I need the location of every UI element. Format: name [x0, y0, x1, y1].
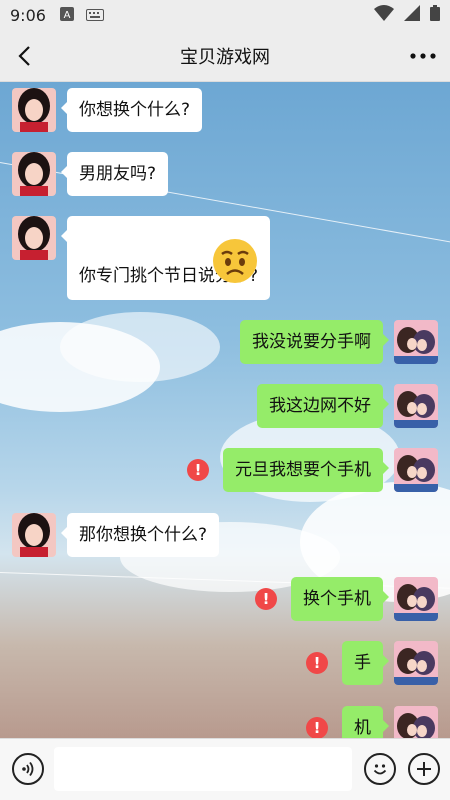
message-row: 我这边网不好 — [257, 384, 438, 428]
sent-bubble[interactable]: 手 — [342, 641, 389, 685]
chat-title: 宝贝游戏网 — [180, 46, 270, 68]
input-bar — [0, 738, 450, 800]
contact-avatar[interactable] — [12, 88, 56, 132]
received-bubble[interactable]: 你想换个什么? — [60, 88, 203, 132]
status-bar: 9:06 A — [0, 0, 450, 30]
sent-bubble[interactable]: 元旦我想要个手机 — [223, 448, 389, 492]
send-failed-icon[interactable]: ! — [306, 652, 328, 674]
contact-avatar[interactable] — [12, 216, 56, 260]
message-row: 我没说要分手啊 — [240, 320, 438, 364]
sent-bubble[interactable]: 我这边网不好 — [257, 384, 389, 428]
emoji-icon[interactable] — [364, 753, 396, 785]
message-row: 你想换个什么? — [12, 88, 203, 132]
message-row: ! 换个手机 — [255, 577, 438, 621]
contact-avatar[interactable] — [12, 152, 56, 196]
more-dots-icon[interactable] — [406, 42, 440, 70]
message-row: ! 元旦我想要个手机 — [187, 448, 438, 492]
message-row: ! 手 — [306, 641, 438, 685]
self-avatar[interactable] — [394, 641, 438, 685]
voice-icon[interactable] — [12, 753, 44, 785]
chat-header: 宝贝游戏网 — [0, 30, 450, 82]
send-failed-icon[interactable]: ! — [255, 588, 277, 610]
svg-text:A: A — [64, 10, 71, 21]
notification-a-icon: A — [59, 6, 74, 25]
signal-icon — [404, 5, 420, 25]
self-avatar[interactable] — [394, 384, 438, 428]
battery-icon — [430, 5, 440, 25]
message-row: 那你想换个什么? — [12, 513, 220, 557]
self-avatar[interactable] — [394, 448, 438, 492]
chat-area[interactable]: 你想换个什么? 男朋友吗? 你专门挑个节日说分手? 我没说要分手啊 我这边网不好 — [0, 82, 450, 738]
self-avatar[interactable] — [394, 706, 438, 738]
keyboard-icon — [85, 6, 104, 25]
received-bubble[interactable]: 那你想换个什么? — [60, 513, 220, 557]
self-avatar[interactable] — [394, 577, 438, 621]
sent-bubble[interactable]: 换个手机 — [291, 577, 389, 621]
message-input[interactable] — [54, 747, 352, 791]
send-failed-icon[interactable]: ! — [306, 717, 328, 738]
sent-bubble[interactable]: 我没说要分手啊 — [240, 320, 389, 364]
plus-icon[interactable] — [408, 753, 440, 785]
sent-bubble[interactable]: 机 — [342, 706, 389, 738]
sad-face-icon — [212, 238, 258, 291]
send-failed-icon[interactable]: ! — [187, 459, 209, 481]
message-row: 男朋友吗? — [12, 152, 169, 196]
message-row: ! 机 — [306, 706, 438, 738]
message-row: 你专门挑个节日说分手? — [12, 216, 271, 300]
received-bubble[interactable]: 你专门挑个节日说分手? — [60, 216, 271, 300]
contact-avatar[interactable] — [12, 513, 56, 557]
self-avatar[interactable] — [394, 320, 438, 364]
chevron-left-icon[interactable] — [10, 42, 38, 70]
received-bubble[interactable]: 男朋友吗? — [60, 152, 169, 196]
status-time: 9:06 — [10, 5, 46, 25]
wifi-icon — [374, 5, 394, 25]
